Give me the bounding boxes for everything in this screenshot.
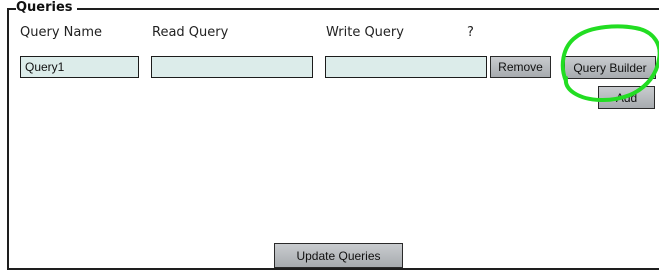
- column-header-read-query: Read Query: [152, 25, 229, 40]
- column-header-write-query: Write Query: [326, 25, 404, 40]
- queries-panel: Queries Query Name Read Query Write Quer…: [0, 0, 659, 275]
- write-query-input[interactable]: [325, 56, 487, 78]
- remove-button[interactable]: Remove: [490, 56, 551, 78]
- read-query-input[interactable]: [151, 56, 313, 78]
- query-builder-button[interactable]: Query Builder: [564, 56, 656, 79]
- queries-fieldset: [7, 8, 659, 270]
- column-header-query-name: Query Name: [20, 25, 102, 40]
- section-legend: Queries: [16, 0, 77, 16]
- add-button[interactable]: Add: [598, 86, 655, 109]
- help-link[interactable]: ?: [467, 24, 474, 42]
- query-name-input[interactable]: [20, 56, 139, 78]
- update-queries-button[interactable]: Update Queries: [274, 243, 403, 268]
